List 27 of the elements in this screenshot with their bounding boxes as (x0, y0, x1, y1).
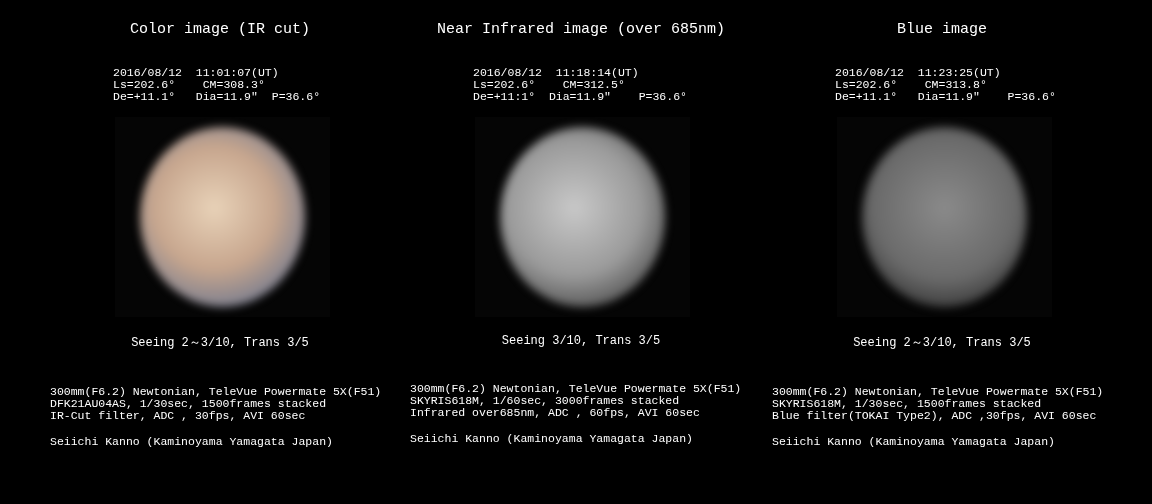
observation-info: Ls=202.6° CM=312.5° (473, 79, 626, 91)
observation-info: Ls=202.6° CM=308.3° (113, 79, 266, 91)
equipment-info: 300mm(F6.2) Newtonian, TeleVue Powermate 5X(F51) (410, 383, 743, 395)
observation-info: De=+11:1° Dia=11.9″ P=36.6° (473, 91, 688, 103)
observation-info: 2016/08/12 11:01:07(UT) (113, 67, 280, 79)
equipment-info: IR-Cut filter, ADC , 30fps, AVI 60sec (50, 410, 307, 422)
author-credit: Seiichi Kanno (Kaminoyama Yamagata Japan) (50, 436, 334, 448)
observation-info: 2016/08/12 11:18:14(UT) (473, 67, 640, 79)
equipment-info: Blue filter(TOKAI Type2), ADC ,30fps, AVI 60sec (772, 410, 1098, 422)
equipment-info: DFK21AU04AS, 1/30sec, 1500frames stacked (50, 398, 328, 410)
equipment-info: SKYRIS618M, 1/60sec, 3000frames stacked (410, 395, 681, 407)
observation-info: Ls=202.6° CM=313.8° (835, 79, 988, 91)
equipment-info: 300mm(F6.2) Newtonian, TeleVue Powermate 5X(F51) (50, 386, 383, 398)
observation-info: De=+11.1° Dia=11.9″ P=36.6° (113, 91, 322, 103)
author-credit: Seiichi Kanno (Kaminoyama Yamagata Japan) (772, 436, 1056, 448)
observation-info: 2016/08/12 11:23:25(UT) (835, 67, 1002, 79)
observation-info: De=+11.1° Dia=11.9″ P=36.6° (835, 91, 1057, 103)
panel-title: Near Infrared image (over 685nm) (435, 21, 726, 38)
equipment-info: 300mm(F6.2) Newtonian, TeleVue Powermate 5X(F51) (772, 386, 1105, 398)
author-credit: Seiichi Kanno (Kaminoyama Yamagata Japan) (410, 433, 694, 445)
seeing-info: Seeing 3/10, Trans 3/5 (500, 334, 662, 348)
equipment-info: Infrared over685nm, ADC , 60fps, AVI 60sec (410, 407, 701, 419)
seeing-info: Seeing 2～3/10, Trans 3/5 (852, 335, 1032, 351)
panel-title: Color image (IR cut) (129, 21, 311, 38)
equipment-info: SKYRIS618M, 1/30sec, 1500frames stacked (772, 398, 1043, 410)
seeing-info: Seeing 2～3/10, Trans 3/5 (130, 335, 310, 351)
panel-title: Blue image (896, 21, 988, 38)
